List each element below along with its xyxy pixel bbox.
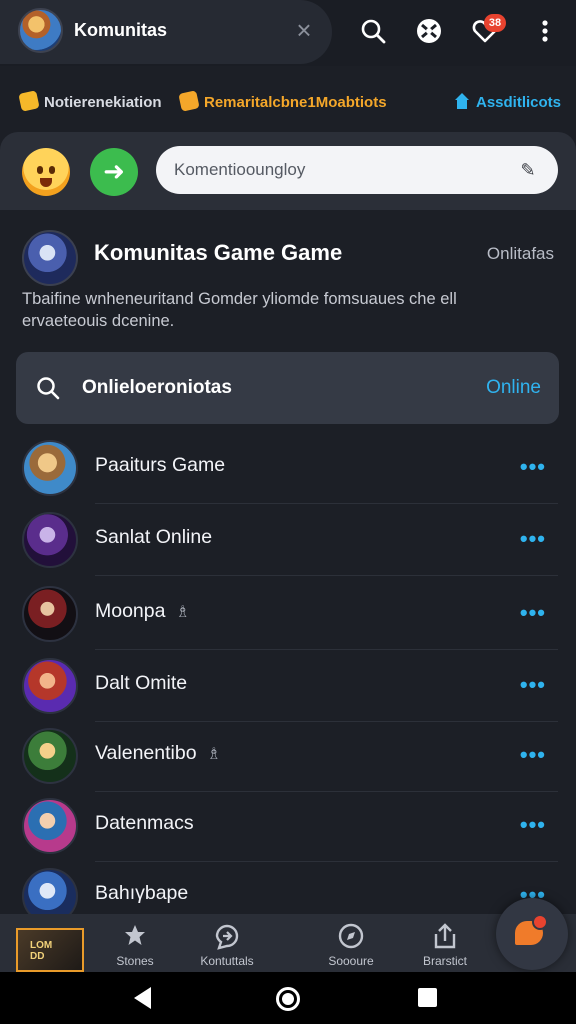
recents-icon[interactable]: [418, 988, 437, 1007]
community-tab[interactable]: Komunitas ×: [0, 0, 332, 64]
bottom-navigation: LOM DD Stones Kontuttals Soooure Brarsti…: [0, 914, 576, 972]
community-avatar: [18, 8, 63, 53]
quick-link-notifications[interactable]: Notierenekiation: [18, 90, 162, 112]
member-name: Datenmacs: [95, 812, 194, 834]
tab-title: Komunitas: [74, 20, 168, 40]
divider: [95, 575, 558, 576]
nav-label: Brarstict: [422, 954, 467, 968]
list-item[interactable]: Datenmacs •••: [0, 790, 576, 862]
home-icon: [454, 92, 470, 110]
member-name: Dalt Omite: [95, 672, 188, 694]
nav-item-stones[interactable]: Stones: [92, 922, 178, 970]
member-search-bar[interactable]: Onlieloeroniotas Online: [16, 352, 559, 424]
game-thumbnail[interactable]: LOM DD: [16, 928, 84, 972]
nav-item-kontuttals[interactable]: Kontuttals: [184, 922, 270, 970]
nav-label: Kontuttals: [200, 954, 254, 968]
member-name: Paaiturs Game: [95, 454, 226, 476]
comment-search-box[interactable]: ✎: [156, 146, 558, 194]
avatar: [22, 586, 78, 642]
list-item[interactable]: Dalt Omite •••: [0, 650, 576, 722]
chat-fab-button[interactable]: [496, 898, 568, 970]
quick-link-label: Notierenekiation: [44, 94, 162, 111]
compass-badge-icon[interactable]: [414, 16, 444, 46]
nav-label: Soooure: [328, 954, 374, 968]
chat-refresh-icon: [213, 922, 241, 950]
quick-link-remarks[interactable]: Remaritalcbne1Moabtiots: [178, 90, 387, 112]
list-item[interactable]: Sanlat Online •••: [0, 504, 576, 576]
thumbnail-label: LOM DD: [30, 940, 53, 962]
system-navigation-bar: [0, 972, 576, 1024]
member-search-label: Onlieloeroniotas: [82, 377, 232, 398]
avatar: [22, 728, 78, 784]
nav-item-brarstict[interactable]: Brarstict: [402, 922, 488, 970]
more-options-icon[interactable]: •••: [520, 454, 546, 480]
search-icon: [34, 374, 62, 402]
forward-arrow-button[interactable]: ➜: [90, 148, 138, 196]
composer-panel: ➜ ✎: [0, 132, 576, 210]
share-icon: [431, 922, 459, 950]
avatar: [22, 658, 78, 714]
emoji-icon[interactable]: [22, 148, 70, 196]
home-button-icon[interactable]: [276, 987, 300, 1011]
list-item[interactable]: Paaiturs Game •••: [0, 432, 576, 504]
edit-pen-icon[interactable]: ✎: [516, 158, 540, 182]
star-cog-icon: [121, 922, 149, 950]
online-filter[interactable]: Online: [486, 377, 541, 399]
notification-badge: 38: [484, 14, 506, 32]
more-options-icon[interactable]: •••: [520, 600, 546, 626]
search-icon[interactable]: [358, 16, 388, 46]
check-badge-icon: [18, 90, 40, 112]
quick-link-label: Remaritalcbne1Moabtiots: [204, 94, 387, 111]
list-item[interactable]: Valenentibo ♗ •••: [0, 720, 576, 792]
member-name: Moonpa ♗: [95, 600, 190, 622]
more-options-icon[interactable]: •••: [520, 742, 546, 768]
community-logo: [22, 230, 78, 286]
member-name: Bahıγbape: [95, 882, 189, 904]
list-item[interactable]: Moonpa ♗ •••: [0, 578, 576, 650]
community-status: Onlitafas: [486, 244, 554, 263]
nav-item-soooure[interactable]: Soooure: [308, 922, 394, 970]
back-icon[interactable]: [134, 987, 151, 1009]
app-header: Komunitas × 38: [0, 0, 576, 66]
compass-icon: [337, 922, 365, 950]
member-name: Sanlat Online: [95, 526, 213, 548]
avatar: [22, 440, 78, 496]
fab-badge: [532, 914, 548, 930]
role-badge-icon: ♗: [175, 604, 190, 621]
quick-link-label: Assditlicots: [476, 94, 562, 111]
nav-label: Stones: [116, 954, 154, 968]
member-name: Valenentibo ♗: [95, 742, 221, 764]
quick-link-activity[interactable]: Assditlicots: [454, 92, 561, 111]
close-icon[interactable]: ×: [290, 16, 318, 44]
comment-input[interactable]: [174, 158, 504, 182]
quick-links-bar: Notierenekiation Remaritalcbne1Moabtiots…: [0, 72, 576, 130]
role-badge-icon: ♗: [206, 746, 221, 763]
more-options-icon[interactable]: •••: [520, 672, 546, 698]
check-badge-icon: [178, 90, 200, 112]
avatar: [22, 512, 78, 568]
community-header: Komunitas Game Game Onlitafas Tbaifine w…: [0, 210, 576, 350]
more-options-icon[interactable]: •••: [520, 812, 546, 838]
avatar: [22, 798, 78, 854]
more-options-icon[interactable]: •••: [520, 526, 546, 552]
community-description: Tbaifine wnheneuritand Gomder yliomde fo…: [22, 290, 457, 330]
more-vertical-icon[interactable]: [530, 16, 558, 46]
community-title: Komunitas Game Game: [94, 240, 343, 265]
